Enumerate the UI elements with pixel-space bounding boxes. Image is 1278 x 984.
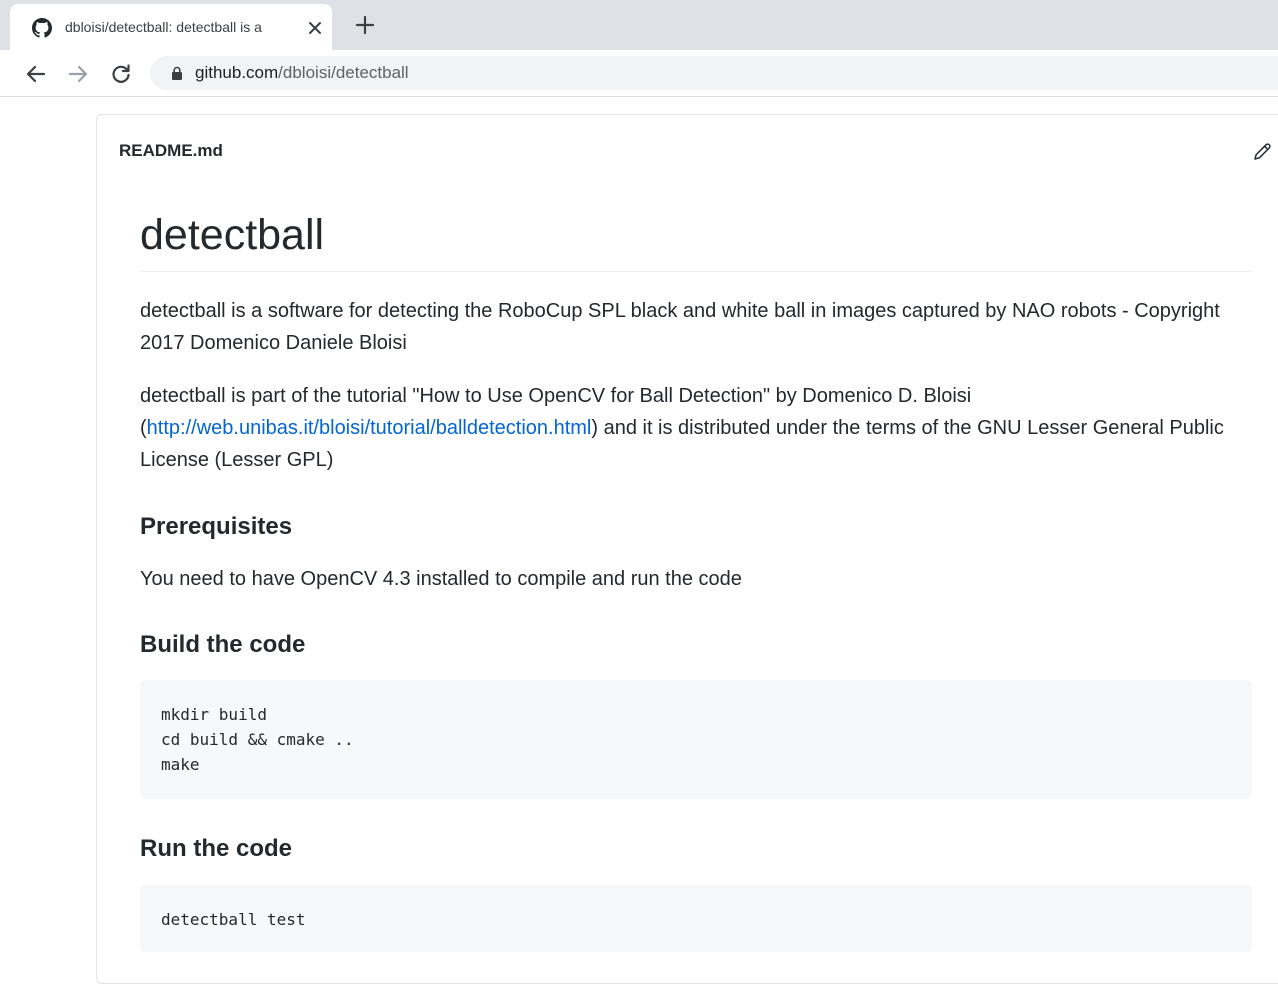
code-line: detectball test: [161, 910, 306, 929]
build-code-block[interactable]: mkdir build cd build && cmake .. make: [140, 680, 1252, 799]
tutorial-paragraph: detectball is part of the tutorial "How …: [140, 380, 1252, 476]
close-icon[interactable]: [304, 17, 326, 39]
prerequisites-heading: Prerequisites: [140, 513, 293, 540]
intro-paragraph: detectball is a software for detecting t…: [140, 300, 1220, 354]
code-line: make: [161, 755, 200, 774]
prerequisites-text: You need to have OpenCV 4.3 installed to…: [140, 568, 742, 590]
readme-box: README.md detectball detectball is a sof…: [96, 114, 1278, 984]
run-code-block[interactable]: detectball test: [140, 885, 1252, 952]
address-bar[interactable]: github.com/dbloisi/detectball: [150, 56, 1278, 90]
pencil-icon[interactable]: [1251, 141, 1273, 163]
tab-strip: dbloisi/detectball: detectball is a: [0, 0, 1278, 50]
lock-icon: [172, 66, 182, 80]
browser-toolbar: github.com/dbloisi/detectball: [0, 50, 1278, 97]
code-line: mkdir build: [161, 705, 267, 724]
reload-icon[interactable]: [108, 61, 134, 87]
url-path: /dbloisi/detectball: [278, 63, 409, 82]
tutorial-link[interactable]: http://web.unibas.it/bloisi/tutorial/bal…: [147, 417, 592, 439]
url-host: github.com: [195, 63, 279, 82]
build-heading: Build the code: [140, 631, 306, 658]
url-text: github.com/dbloisi/detectball: [195, 62, 409, 84]
page-title: detectball: [140, 207, 1252, 272]
readme-filename: README.md: [119, 141, 223, 160]
back-arrow-icon[interactable]: [23, 61, 49, 87]
code-line: cd build && cmake ..: [161, 730, 354, 749]
github-icon: [32, 18, 52, 38]
tab-title: dbloisi/detectball: detectball is a: [65, 19, 262, 35]
plus-icon[interactable]: [352, 12, 378, 38]
run-heading: Run the code: [140, 835, 293, 862]
browser-tab[interactable]: dbloisi/detectball: detectball is a: [10, 4, 332, 50]
forward-arrow-icon[interactable]: [65, 61, 91, 87]
